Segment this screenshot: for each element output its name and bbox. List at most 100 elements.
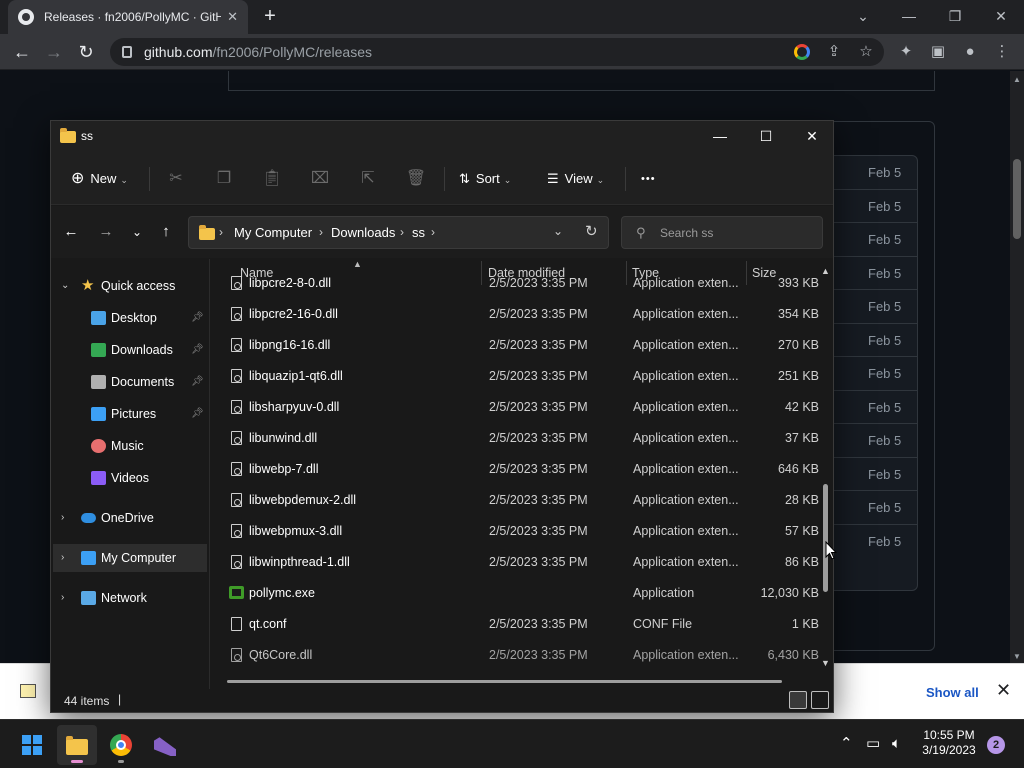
sort-button[interactable]: ⇅ Sort ⌄ [459,167,511,191]
taskbar-visual-studio[interactable] [145,725,185,765]
file-list-scrollbar[interactable]: ▲ ▼ [821,266,831,671]
taskbar-file-explorer[interactable] [57,725,97,765]
network-icon[interactable]: ▭ [866,720,880,768]
scroll-up-icon[interactable]: ▲ [1013,75,1021,84]
chevron-right-icon[interactable]: › [61,584,64,612]
chevron-right-icon[interactable]: › [61,504,64,532]
nav-item-downloads[interactable]: Downloads 📌︎ [53,336,207,364]
bookmark-star-icon[interactable]: ☆ [852,38,880,66]
tab-search-icon[interactable]: ⌄ [840,0,886,34]
reload-button[interactable]: ↻ [72,38,100,66]
breadcrumb-downloads[interactable]: Downloads [331,225,395,240]
chevron-down-icon[interactable]: ⌄ [61,272,69,300]
more-options-button[interactable]: ••• [641,167,656,191]
close-notification-icon[interactable]: ✕ [996,680,1011,701]
nav-item-pictures[interactable]: Pictures 📌︎ [53,400,207,428]
file-row[interactable]: libpcre2-16-0.dll 2/5/2023 3:35 PM Applica… [223,299,821,330]
file-row[interactable]: libwebp-7.dll 2/5/2023 3:35 PM Application… [223,454,821,485]
delete-icon[interactable]: 🗑︎ [404,167,428,191]
lock-icon[interactable] [122,46,132,58]
tab-close-icon[interactable]: ✕ [227,9,238,25]
scroll-up-icon[interactable]: ▲ [821,266,830,276]
file-row[interactable]: pollymc.exe Application 12,030 KB [223,578,821,609]
forward-button[interactable]: → [40,38,68,66]
cut-icon[interactable]: ✂ [164,167,188,191]
close-button[interactable]: ✕ [789,121,835,151]
recent-locations-icon[interactable]: ⌄ [125,220,149,244]
chevron-up-icon[interactable]: ⌃ [840,720,853,768]
page-scrollbar[interactable]: ▲ ▼ [1010,71,1024,663]
refresh-icon[interactable]: ↻ [585,222,598,240]
file-row[interactable]: Qt6Core.dll 2/5/2023 3:35 PM Application e… [223,640,821,671]
nav-item-desktop[interactable]: Desktop 📌︎ [53,304,207,332]
horizontal-scroll-thumb[interactable] [227,680,782,683]
file-row[interactable]: libunwind.dll 2/5/2023 3:35 PM Application… [223,423,821,454]
back-button[interactable]: ← [8,38,36,66]
breadcrumb-separator: › [319,225,323,239]
minimize-button[interactable]: — [697,121,743,151]
nav-item-music[interactable]: Music [53,432,207,460]
address-bar[interactable]: github.com/fn2006/PollyMC/releases [110,38,884,66]
file-row[interactable]: libpcre2-8-0.dll 2/5/2023 3:35 PM Applicat… [223,268,821,299]
nav-quick-access[interactable]: ⌄ ★ Quick access [53,272,207,300]
back-icon[interactable]: ← [59,220,83,244]
browser-restore-button[interactable]: ❐ [932,0,978,34]
side-panel-icon[interactable]: ▣ [924,38,952,66]
file-date-modified: 2/5/2023 3:35 PM [489,369,588,383]
chevron-right-icon[interactable]: › [61,544,64,572]
notification-badge[interactable]: 2 [987,736,1005,754]
profile-icon[interactable]: ● [956,38,984,66]
file-row[interactable]: libpng16-16.dll 2/5/2023 3:35 PM Applicati… [223,330,821,361]
file-row[interactable]: libsharpyuv-0.dll 2/5/2023 3:35 PM Applica… [223,392,821,423]
share-icon[interactable]: ⇱ [356,167,380,191]
nav-onedrive[interactable]: › OneDrive [53,504,207,532]
scroll-down-icon[interactable]: ▼ [821,658,830,668]
large-icons-view-icon[interactable] [811,691,829,709]
new-tab-button[interactable]: + [258,4,282,28]
search-input[interactable] [660,223,810,243]
search-box[interactable]: ⚲ [621,216,823,249]
file-row[interactable]: qt.conf 2/5/2023 3:35 PM CONF File 1 KB [223,609,821,640]
file-row[interactable]: libwebpdemux-2.dll 2/5/2023 3:35 PM Applic… [223,485,821,516]
nav-my-computer[interactable]: › My Computer [53,544,207,572]
path-bar[interactable]: › My Computer › Downloads › ss › ⌄ ↻ [188,216,609,249]
nav-item-documents[interactable]: Documents 📌︎ [53,368,207,396]
share-icon[interactable]: ⇪ [820,38,848,66]
browser-tab[interactable]: Releases · fn2006/PollyMC · GitHub ✕ [8,0,248,34]
start-button[interactable] [12,725,52,765]
file-row[interactable]: libwebpmux-3.dll 2/5/2023 3:35 PM Applicat… [223,516,821,547]
file-date-modified: 2/5/2023 3:35 PM [489,648,588,662]
google-lens-icon[interactable] [788,38,816,66]
clock[interactable]: 10:55 PM 3/19/2023 [915,728,983,758]
file-row[interactable]: libwinpthread-1.dll 2/5/2023 3:35 PM Appli… [223,547,821,578]
breadcrumb-my-computer[interactable]: My Computer [234,225,312,240]
address-dropdown-icon[interactable]: ⌄ [553,224,563,238]
nav-item-videos[interactable]: Videos [53,464,207,492]
file-name: Qt6Core.dll [249,648,313,662]
menu-icon[interactable]: ⋮ [988,38,1016,66]
sort-label: Sort [475,171,500,186]
browser-close-button[interactable]: ✕ [978,0,1024,34]
volume-icon[interactable]: 🔈︎ [892,720,901,768]
up-icon[interactable]: ↑ [154,220,178,244]
pane-divider[interactable] [209,259,210,689]
asset-divider [834,490,918,491]
nav-network[interactable]: › Network [53,584,207,612]
maximize-button[interactable]: ☐ [743,121,789,151]
copy-icon[interactable]: ❐ [212,167,236,191]
new-button[interactable]: ⊕ New ⌄ [71,167,128,191]
view-button[interactable]: ☰ View ⌄ [547,167,604,191]
details-view-icon[interactable] [789,691,807,709]
extensions-icon[interactable]: ✦ [892,38,920,66]
breadcrumb-ss[interactable]: ss [412,225,425,240]
paste-icon[interactable]: 📋︎ [260,167,284,191]
forward-icon[interactable]: → [94,220,118,244]
show-all-link[interactable]: Show all [926,685,979,700]
scroll-thumb[interactable] [823,484,828,592]
browser-minimize-button[interactable]: — [886,0,932,34]
page-scroll-thumb[interactable] [1013,159,1021,239]
taskbar-chrome[interactable] [101,725,141,765]
rename-icon[interactable]: ⌧ [308,167,332,191]
scroll-down-icon[interactable]: ▼ [1013,652,1021,661]
file-row[interactable]: libquazip1-qt6.dll 2/5/2023 3:35 PM Applic… [223,361,821,392]
